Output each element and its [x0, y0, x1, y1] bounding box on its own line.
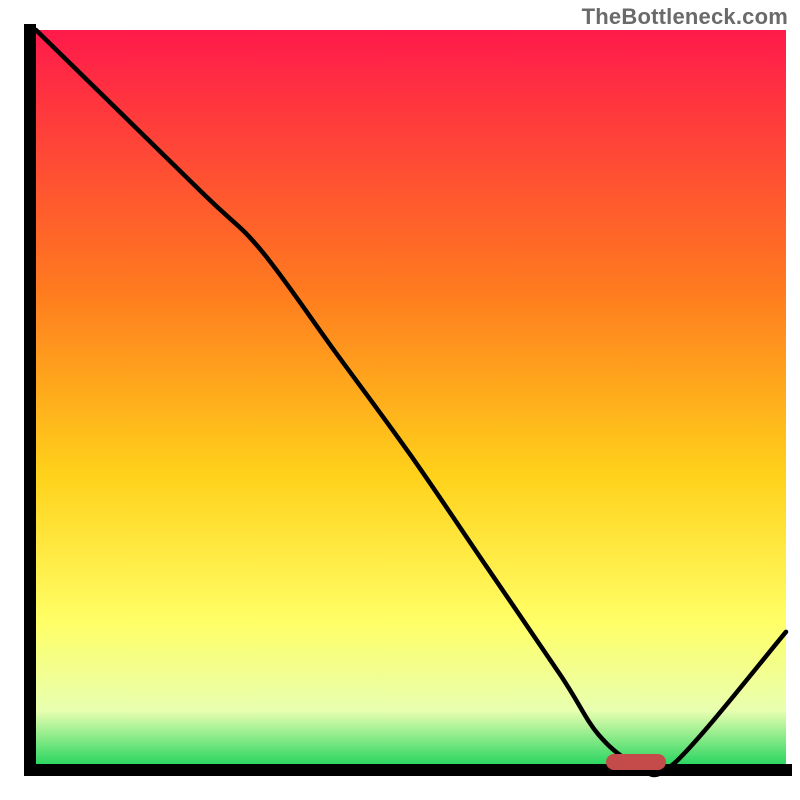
- plot-background: [30, 30, 786, 770]
- watermark-text: TheBottleneck.com: [582, 4, 788, 30]
- chart-stage: TheBottleneck.com: [0, 0, 800, 800]
- optimal-range-marker: [606, 754, 666, 770]
- bottleneck-chart: [0, 0, 800, 800]
